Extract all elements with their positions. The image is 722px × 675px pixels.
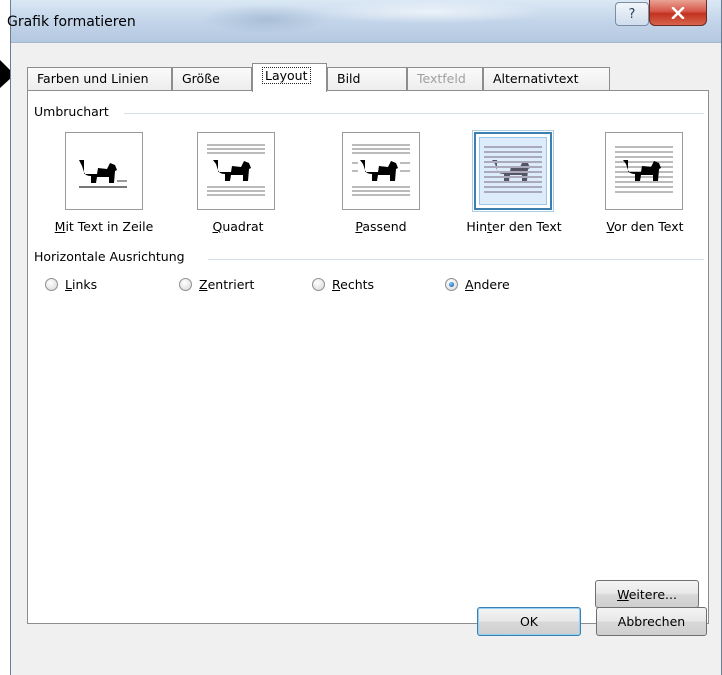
wrap-tight-button[interactable] xyxy=(342,132,420,210)
ok-button[interactable]: OK xyxy=(477,607,581,636)
behind-text-dog-icon xyxy=(484,146,542,193)
wrap-inline-button[interactable] xyxy=(65,132,143,210)
cancel-button[interactable]: Abbrechen xyxy=(596,607,707,636)
tab-farben-und-linien[interactable]: Farben und Linien xyxy=(27,67,172,91)
wrap-group-label: Umbruchart xyxy=(34,104,113,119)
wrap-behind-text-label: Hinter den Text xyxy=(466,219,562,234)
wrap-square-button[interactable] xyxy=(197,132,275,210)
tab-layout[interactable]: Layout xyxy=(252,63,327,92)
radio-circle[interactable] xyxy=(45,278,58,291)
title-bar[interactable]: Grafik formatieren ? xyxy=(7,0,721,42)
layout-panel: Umbruchart Mit Text in Zeile Quadrat Pas… xyxy=(27,90,709,624)
radio-links[interactable]: Links xyxy=(45,277,97,292)
tab-groesse[interactable]: Größe xyxy=(172,67,252,91)
radio-andere[interactable]: Andere xyxy=(445,277,510,292)
help-button[interactable]: ? xyxy=(615,2,649,26)
wrap-in-front-button[interactable] xyxy=(605,132,683,210)
tab-textfeld: Textfeld xyxy=(407,67,483,91)
tight-wrap-dog-icon xyxy=(352,144,410,196)
advanced-button[interactable]: Weitere... xyxy=(595,580,699,608)
group-separator xyxy=(208,259,704,260)
help-icon: ? xyxy=(628,6,636,22)
tab-alternativtext[interactable]: Alternativtext xyxy=(483,67,610,91)
close-button[interactable] xyxy=(649,0,707,26)
wrap-behind-text-button[interactable] xyxy=(472,130,554,212)
radio-circle[interactable] xyxy=(312,278,325,291)
dialog-title: Grafik formatieren xyxy=(7,14,136,30)
wrap-in-front-label: Vor den Text xyxy=(606,219,684,234)
radio-zentriert[interactable]: Zentriert xyxy=(179,277,254,292)
in-front-dog-icon xyxy=(615,146,673,193)
dialog-window: Grafik formatieren ? Farben und Linien G… xyxy=(7,0,722,675)
tab-bild[interactable]: Bild xyxy=(327,67,407,91)
dialog-body: Farben und Linien Größe Layout Bild Text… xyxy=(11,42,721,675)
wrap-inline-label: Mit Text in Zeile xyxy=(54,219,154,234)
group-separator xyxy=(124,113,704,114)
square-wrap-dog-icon xyxy=(207,144,265,196)
align-group-label: Horizontale Ausrichtung xyxy=(34,249,189,264)
wrap-square-label: Quadrat xyxy=(212,219,264,234)
wrap-tight-label: Passend xyxy=(355,219,407,234)
radio-circle[interactable] xyxy=(179,278,192,291)
radio-rechts[interactable]: Rechts xyxy=(312,277,374,292)
close-icon xyxy=(671,6,685,19)
inline-dog-icon xyxy=(79,160,127,188)
radio-circle-selected[interactable] xyxy=(445,278,458,291)
